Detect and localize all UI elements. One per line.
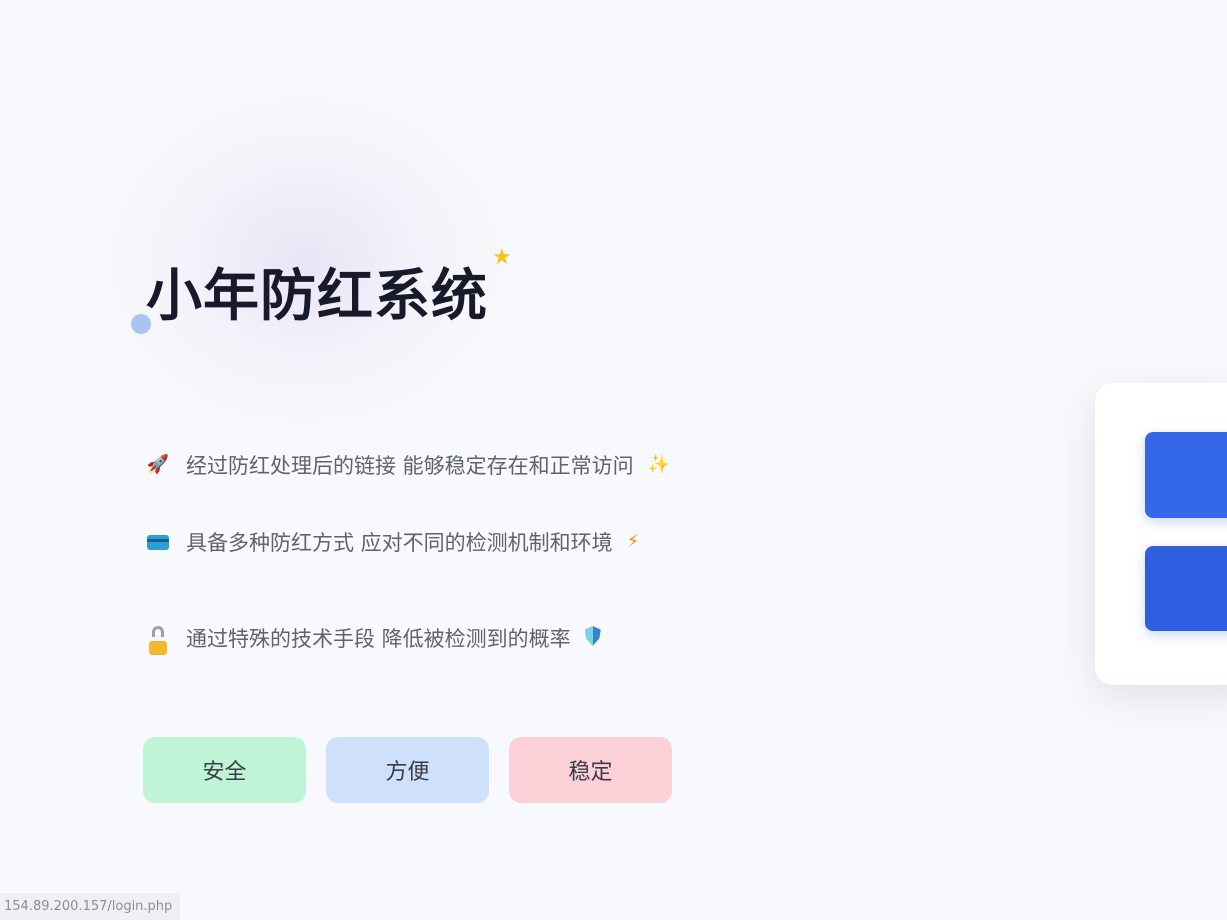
page-title: 小年防红系统 bbox=[146, 264, 488, 329]
star-icon: ★ bbox=[492, 245, 512, 270]
shield-icon bbox=[584, 626, 601, 650]
tag-button-stable[interactable]: 稳定 bbox=[509, 737, 672, 803]
lightning-icon: ⚡ bbox=[626, 531, 640, 552]
landing-page: 小年防红系统 ★ 🚀 经过防红处理后的链接 能够稳定存在和正常访问 ✨ 具备多种… bbox=[0, 0, 1227, 920]
feature-item: 通过特殊的技术手段 降低被检测到的概率 bbox=[146, 622, 601, 655]
feature-item: 🚀 经过防红处理后的链接 能够稳定存在和正常访问 ✨ bbox=[146, 449, 670, 481]
login-panel-button-secondary[interactable] bbox=[1145, 546, 1227, 631]
feature-text: 具备多种防红方式 应对不同的检测机制和环境 bbox=[186, 531, 613, 555]
login-panel bbox=[1095, 383, 1227, 685]
tag-button-convenient[interactable]: 方便 bbox=[326, 737, 489, 803]
status-bar-url: 154.89.200.157/login.php bbox=[0, 893, 181, 920]
login-panel-button-primary[interactable] bbox=[1145, 432, 1227, 518]
sparkles-icon: ✨ bbox=[647, 454, 671, 475]
feature-text: 经过防红处理后的链接 能够稳定存在和正常访问 bbox=[186, 454, 634, 478]
feature-text: 通过特殊的技术手段 降低被检测到的概率 bbox=[186, 627, 571, 651]
tag-button-secure[interactable]: 安全 bbox=[143, 737, 306, 803]
lock-icon bbox=[146, 626, 170, 655]
rocket-icon: 🚀 bbox=[146, 454, 170, 475]
credit-card-icon bbox=[146, 530, 170, 554]
background-glow bbox=[90, 80, 520, 440]
feature-item: 具备多种防红方式 应对不同的检测机制和环境 ⚡ bbox=[146, 526, 639, 558]
